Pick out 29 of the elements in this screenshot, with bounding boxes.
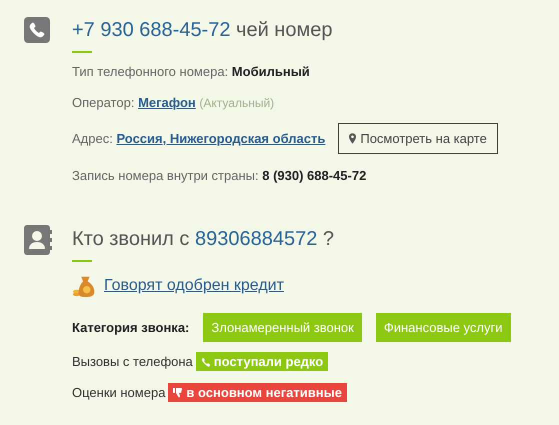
title-text: Кто звонил с xyxy=(72,228,190,250)
status-badge: в основном негативные xyxy=(168,383,347,402)
address-link[interactable]: Россия, Нижегородская область xyxy=(116,130,326,148)
phone-icon xyxy=(24,17,50,43)
verdict-link[interactable]: Говорят одобрен кредит xyxy=(104,277,284,295)
phone-icon xyxy=(200,356,211,366)
map-button[interactable]: Посмотреть на карте xyxy=(338,123,498,154)
map-pin-icon xyxy=(349,133,356,144)
field-label: Запись номера внутри страны: xyxy=(72,168,259,183)
phone-number-heading: +7 930 688-45-72 xyxy=(72,19,230,41)
field-label: Адрес: xyxy=(72,130,113,148)
category-label: Категория звонка: xyxy=(72,320,190,335)
field-value: 8 (930) 688-45-72 xyxy=(262,168,366,183)
field-label: Тип телефонного номера: xyxy=(72,64,228,79)
money-bag-icon xyxy=(72,274,96,298)
contact-book-icon xyxy=(24,225,52,255)
stat-label: Вызовы с телефона xyxy=(72,354,193,369)
question-mark: ? xyxy=(322,228,334,250)
operator-link[interactable]: Мегафон xyxy=(138,95,196,110)
stat-label: Оценки номера xyxy=(72,385,166,400)
field-label: Оператор: xyxy=(72,95,134,110)
category-tag: Злонамеренный звонок xyxy=(203,313,362,342)
thumbs-down-icon xyxy=(173,388,184,398)
status-note: (Актуальный) xyxy=(199,96,274,110)
category-tag: Финансовые услуги xyxy=(376,313,511,342)
status-badge: поступали редко xyxy=(196,352,328,371)
field-value: Мобильный xyxy=(232,64,310,79)
title-text: чей номер xyxy=(236,19,332,41)
phone-number-heading: 89306884572 xyxy=(194,228,318,250)
